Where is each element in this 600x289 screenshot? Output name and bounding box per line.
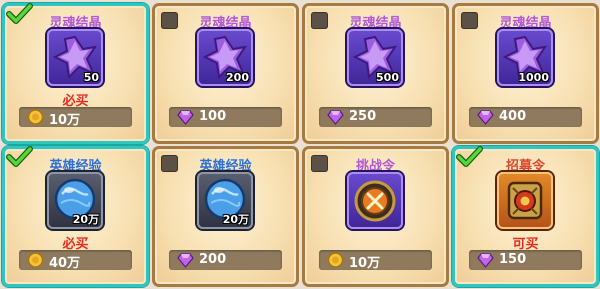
price-value: 250 [349, 109, 377, 124]
price-bar: 10万 [19, 107, 132, 128]
shop-item-card[interactable]: 灵魂结晶 50 必买 10万 [2, 3, 149, 144]
price-value: 10万 [49, 113, 81, 128]
price-bar: 150 [469, 250, 582, 270]
item-icon-frame [347, 172, 403, 229]
price-value: 10万 [349, 256, 381, 271]
price-value: 40万 [49, 256, 81, 271]
purple-diamond-icon [177, 110, 194, 125]
price-value: 400 [499, 109, 527, 124]
purple-diamond-icon [477, 110, 494, 125]
price-bar: 200 [169, 250, 282, 270]
item-quantity: 20万 [222, 213, 249, 226]
item-quantity: 200 [226, 71, 249, 84]
item-quantity: 20万 [72, 213, 99, 226]
shop-grid: 灵魂结晶 50 必买 10万 灵魂结晶 200 100 灵魂结晶 500 250… [2, 3, 599, 287]
price-bar: 400 [469, 107, 582, 127]
purple-diamond-icon [477, 253, 494, 268]
price-value: 150 [499, 252, 527, 267]
item-icon-frame: 20万 [197, 172, 253, 229]
gold-coin-icon [27, 109, 44, 125]
price-bar: 250 [319, 107, 432, 127]
item-icon-frame: 200 [197, 29, 253, 86]
price-value: 200 [199, 252, 227, 267]
recruit-token-icon [507, 181, 543, 220]
item-icon-frame: 500 [347, 29, 403, 86]
item-icon-frame: 50 [47, 29, 103, 86]
gold-coin-icon [327, 252, 344, 268]
item-icon-frame: 20万 [47, 172, 103, 229]
shop-item-card[interactable]: 灵魂结晶 500 250 [302, 3, 449, 144]
shop-item-card[interactable]: 英雄经验 20万 200 [152, 146, 299, 287]
item-icon-frame [497, 172, 553, 229]
item-quantity: 500 [376, 71, 399, 84]
challenge-token-icon [354, 180, 396, 222]
shop-item-card[interactable]: 挑战令 10万 [302, 146, 449, 287]
shop-item-card[interactable]: 招募令 可买 150 [452, 146, 599, 287]
item-quantity: 50 [83, 71, 99, 84]
purple-diamond-icon [327, 110, 344, 125]
item-icon-frame: 1000 [497, 29, 553, 86]
price-bar: 100 [169, 107, 282, 127]
item-quantity: 1000 [518, 71, 549, 84]
price-bar: 40万 [19, 250, 132, 271]
shop-item-card[interactable]: 英雄经验 20万 必买 40万 [2, 146, 149, 287]
gold-coin-icon [27, 252, 44, 268]
shop-item-card[interactable]: 灵魂结晶 1000 400 [452, 3, 599, 144]
price-bar: 10万 [319, 250, 432, 271]
price-value: 100 [199, 109, 227, 124]
shop-item-card[interactable]: 灵魂结晶 200 100 [152, 3, 299, 144]
purple-diamond-icon [177, 253, 194, 268]
